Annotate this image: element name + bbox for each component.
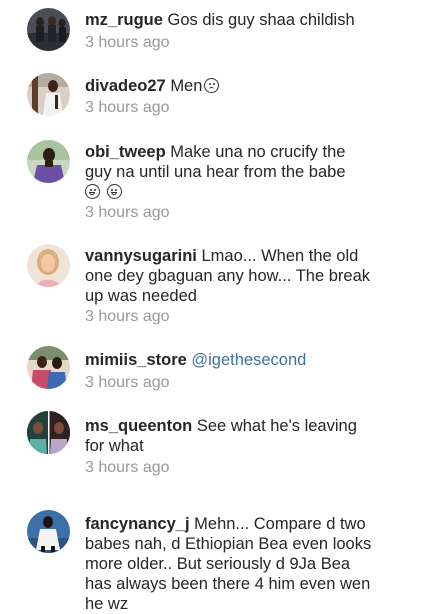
comment-timestamp: 3 hours ago <box>85 34 170 51</box>
comment-username[interactable]: obi_tweep <box>85 143 166 161</box>
comment-timestamp: 3 hours ago <box>85 308 170 325</box>
comment-timestamp: 3 hours ago <box>85 374 170 391</box>
grinning-face-icon <box>85 184 100 199</box>
comment-username[interactable]: ms_queenton <box>85 417 192 435</box>
comment-timestamp: 3 hours ago <box>85 99 170 116</box>
avatar[interactable] <box>27 346 70 389</box>
comment-username[interactable]: mz_rugue <box>85 11 163 29</box>
avatar[interactable] <box>27 510 70 553</box>
comment-text: Men <box>170 77 203 95</box>
frowning-face-icon <box>204 78 220 93</box>
comment-username[interactable]: divadeo27 <box>85 77 166 95</box>
comment-username[interactable]: mimiis_store <box>85 351 187 369</box>
grinning-face-icon <box>106 184 122 199</box>
avatar[interactable] <box>27 140 70 183</box>
mention-link[interactable]: @igethesecond <box>191 351 306 369</box>
avatar[interactable] <box>27 411 70 454</box>
avatar[interactable] <box>27 8 70 51</box>
comment-timestamp: 3 hours ago <box>85 459 170 476</box>
comment-timestamp: 3 hours ago <box>85 204 170 221</box>
comment-username[interactable]: fancynancy_j <box>85 515 190 533</box>
comment-text: Gos dis guy shaa childish <box>167 11 355 29</box>
avatar[interactable] <box>27 73 70 116</box>
comment-username[interactable]: vannysugarini <box>85 247 197 265</box>
avatar[interactable] <box>27 244 70 287</box>
